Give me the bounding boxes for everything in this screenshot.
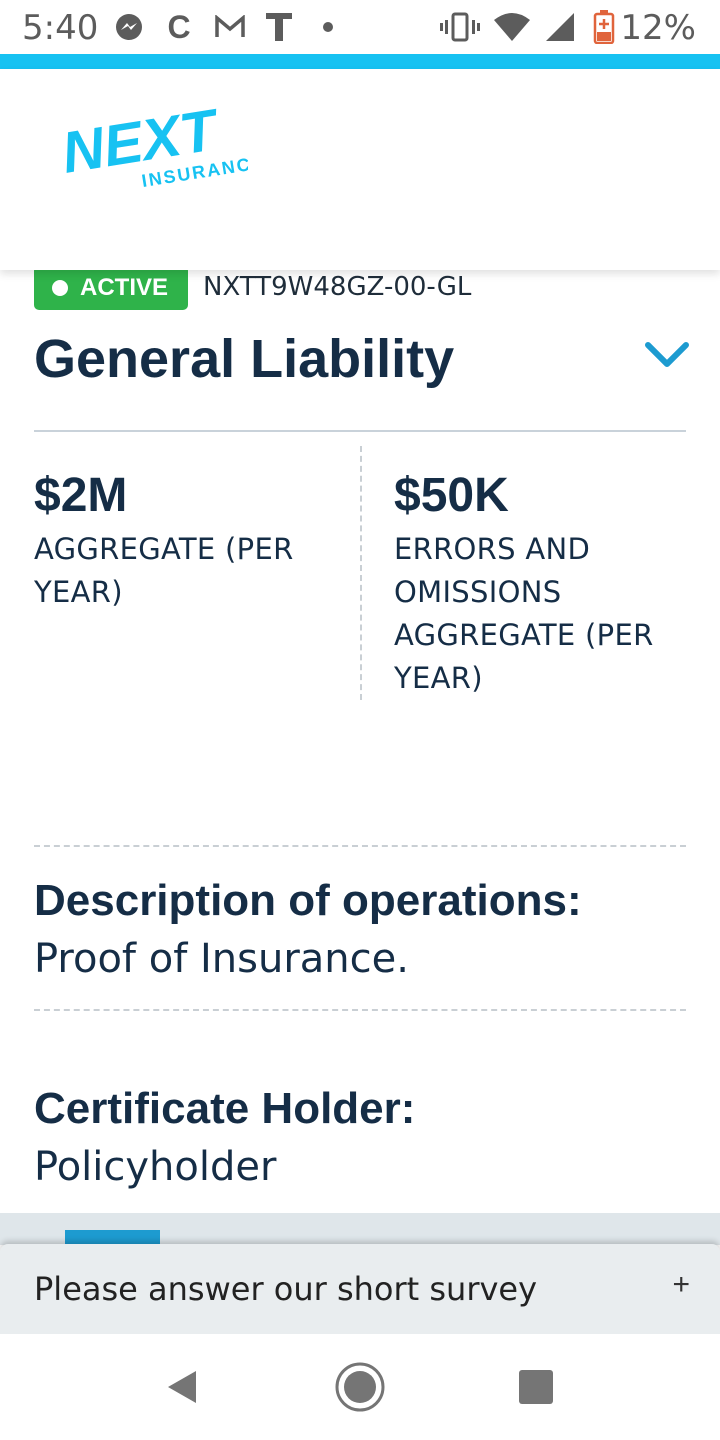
policy-title: General Liability <box>34 329 455 389</box>
battery-percent: 12% <box>620 8 696 48</box>
battery-low-icon <box>592 10 616 44</box>
c-app-icon: C <box>167 8 191 45</box>
metrics-divider <box>360 446 362 700</box>
section-divider <box>34 845 686 847</box>
accent-bar <box>0 54 720 69</box>
wifi-icon <box>492 10 532 44</box>
status-badge: ACTIVE <box>34 270 189 310</box>
survey-banner[interactable]: Please answer our short survey + <box>0 1244 720 1334</box>
section-divider <box>34 1009 686 1011</box>
system-nav-bar <box>0 1334 720 1440</box>
description-heading: Description of operations: <box>34 876 582 925</box>
next-insurance-logo[interactable]: NEXT INSURANCE <box>57 95 266 196</box>
chevron-down-icon[interactable] <box>644 340 690 370</box>
status-dot-icon <box>52 280 68 296</box>
recents-icon[interactable] <box>510 1361 562 1413</box>
gmail-icon <box>212 10 248 44</box>
policy-number: NXTT9W48GZ-00-GL <box>203 272 472 302</box>
messenger-icon <box>112 10 146 44</box>
t-app-icon <box>264 10 294 44</box>
expand-survey-button[interactable]: + <box>672 1268 690 1302</box>
status-time: 5:40 <box>22 8 99 48</box>
dot-icon <box>320 10 336 44</box>
aggregate-label: AGGREGATE (PER YEAR) <box>34 532 294 609</box>
title-divider <box>34 430 686 432</box>
aggregate-value: $2M <box>34 469 128 522</box>
survey-text[interactable]: Please answer our short survey <box>34 1270 537 1308</box>
certificate-holder-value: Policyholder <box>34 1144 277 1190</box>
errors-omissions-label: ERRORS AND OMISSIONS AGGREGATE (PER YEAR… <box>394 532 654 695</box>
policy-card: ACTIVE NXTT9W48GZ-00-GL General Liabilit… <box>0 270 720 1213</box>
status-bar: 5:40 C 12% <box>0 0 720 54</box>
app-header: NEXT INSURANCE <box>0 69 720 270</box>
certificate-holder-heading: Certificate Holder: <box>34 1084 416 1133</box>
signal-icon <box>544 10 576 44</box>
errors-omissions-value: $50K <box>394 469 509 522</box>
back-icon[interactable] <box>156 1361 208 1413</box>
status-badge-label: ACTIVE <box>80 274 169 301</box>
description-value: Proof of Insurance. <box>34 936 409 982</box>
home-icon[interactable] <box>334 1361 386 1413</box>
vibrate-icon <box>440 10 480 44</box>
